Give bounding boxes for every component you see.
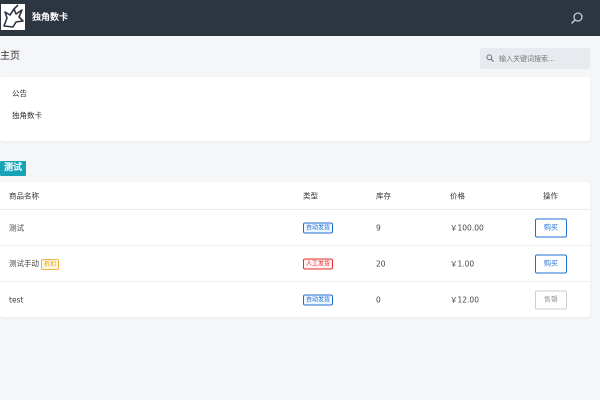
table-row: 测试手动 折扣 人工发货 20 ￥1.00 购买 [0,246,590,282]
search-icon[interactable] [570,11,584,25]
notice-text: 独角数卡 [12,111,42,120]
table-row: test 自动发货 0 ￥12.00 售罄 [0,282,590,318]
stock-value: 20 [376,259,386,268]
category-label: 测试 [0,161,27,176]
column-header-price: 价格 [450,191,465,200]
column-header-type: 类型 [303,191,318,200]
stock-value: 0 [376,295,381,305]
column-header-name: 商品名称 [9,191,39,200]
table-row: 测试 自动发货 9 ￥100.00 购买 [0,210,590,246]
notice-card: 公告 独角数卡 [0,77,590,141]
buy-button[interactable]: 购买 [535,254,567,273]
search-input[interactable] [499,54,589,63]
brand-name[interactable]: 独角数卡 [32,11,68,25]
delivery-type-badge: 自动发货 [303,222,334,233]
unicorn-logo-icon[interactable] [0,3,26,31]
product-name[interactable]: test [9,296,23,305]
sold-out-button[interactable]: 售罄 [535,290,567,310]
column-header-action: 操作 [543,191,558,200]
page-title: 主页 [0,51,20,62]
product-name[interactable]: 测试手动 折扣 [9,258,60,270]
search-icon [486,53,494,64]
column-header-stock: 库存 [376,191,391,200]
price-value: ￥1.00 [450,259,475,268]
price-value: ￥12.00 [450,295,479,305]
notice-title: 公告 [12,89,27,98]
product-table: 商品名称 类型 库存 价格 操作 测试 自动发货 9 ￥100.00 购买 测试… [0,182,590,317]
stock-value: 9 [376,223,381,232]
table-header: 商品名称 类型 库存 价格 操作 [0,182,590,210]
price-value: ￥100.00 [450,223,484,232]
delivery-type-badge: 自动发货 [303,294,334,306]
top-navbar: 独角数卡 [0,0,600,36]
discount-badge: 折扣 [41,258,60,270]
search-box[interactable] [480,48,590,69]
product-name[interactable]: 测试 [9,222,24,233]
delivery-type-badge: 人工发货 [303,258,334,269]
buy-button[interactable]: 购买 [535,218,567,237]
